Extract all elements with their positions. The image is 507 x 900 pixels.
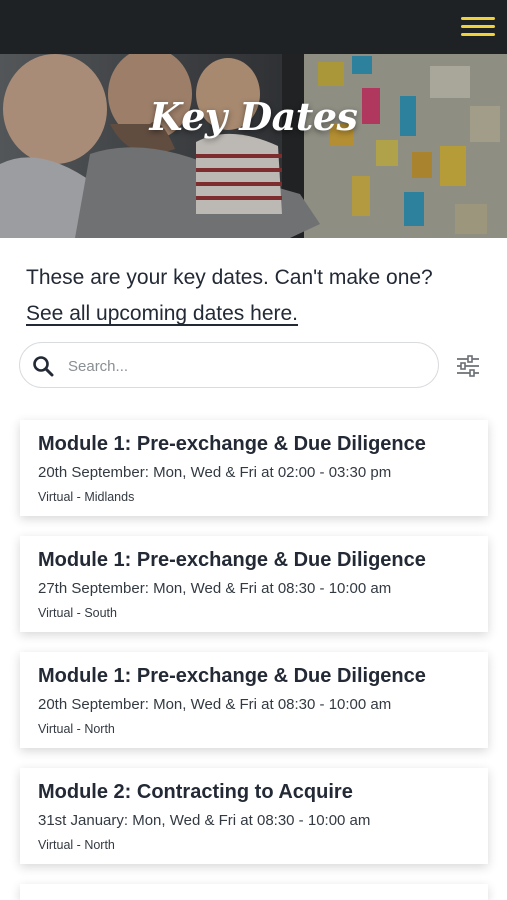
event-title: Module 2: Contracting to Acquire bbox=[38, 781, 353, 803]
event-location: Virtual - North bbox=[38, 722, 115, 736]
event-schedule: 27th September: Mon, Wed & Fri at 08:30 … bbox=[38, 580, 392, 597]
event-title: Module 1: Pre-exchange & Due Diligence bbox=[38, 549, 426, 571]
menu-line bbox=[461, 25, 495, 28]
event-card-partial[interactable] bbox=[20, 884, 488, 900]
menu-line bbox=[461, 17, 495, 20]
event-schedule: 20th September: Mon, Wed & Fri at 08:30 … bbox=[38, 696, 392, 713]
hero-photo bbox=[0, 54, 507, 238]
event-card[interactable]: Module 1: Pre-exchange & Due Diligence 2… bbox=[20, 652, 488, 748]
event-card[interactable]: Module 1: Pre-exchange & Due Diligence 2… bbox=[20, 420, 488, 516]
event-schedule: 31st January: Mon, Wed & Fri at 08:30 - … bbox=[38, 812, 371, 829]
event-title: Module 1: Pre-exchange & Due Diligence bbox=[38, 433, 426, 455]
hamburger-menu-icon[interactable] bbox=[461, 13, 497, 41]
hero-banner: Key Dates bbox=[0, 54, 507, 238]
event-location: Virtual - North bbox=[38, 838, 115, 852]
event-location: Virtual - South bbox=[38, 606, 117, 620]
event-schedule: 20th September: Mon, Wed & Fri at 02:00 … bbox=[38, 464, 392, 481]
event-card[interactable]: Module 2: Contracting to Acquire 31st Ja… bbox=[20, 768, 488, 864]
page-title: Key Dates bbox=[149, 94, 358, 139]
search-input[interactable] bbox=[68, 351, 418, 381]
event-card[interactable]: Module 1: Pre-exchange & Due Diligence 2… bbox=[20, 536, 488, 632]
search-icon[interactable] bbox=[32, 355, 54, 377]
filter-sliders-icon[interactable] bbox=[454, 352, 482, 380]
top-bar bbox=[0, 0, 507, 54]
all-dates-link[interactable]: See all upcoming dates here. bbox=[26, 302, 298, 325]
intro-text-block: These are your key dates. Can't make one… bbox=[26, 260, 486, 332]
menu-line bbox=[461, 33, 495, 36]
search-bar bbox=[19, 342, 439, 388]
event-title: Module 1: Pre-exchange & Due Diligence bbox=[38, 665, 426, 687]
intro-text: These are your key dates. Can't make one… bbox=[26, 266, 433, 289]
event-location: Virtual - Midlands bbox=[38, 490, 135, 504]
